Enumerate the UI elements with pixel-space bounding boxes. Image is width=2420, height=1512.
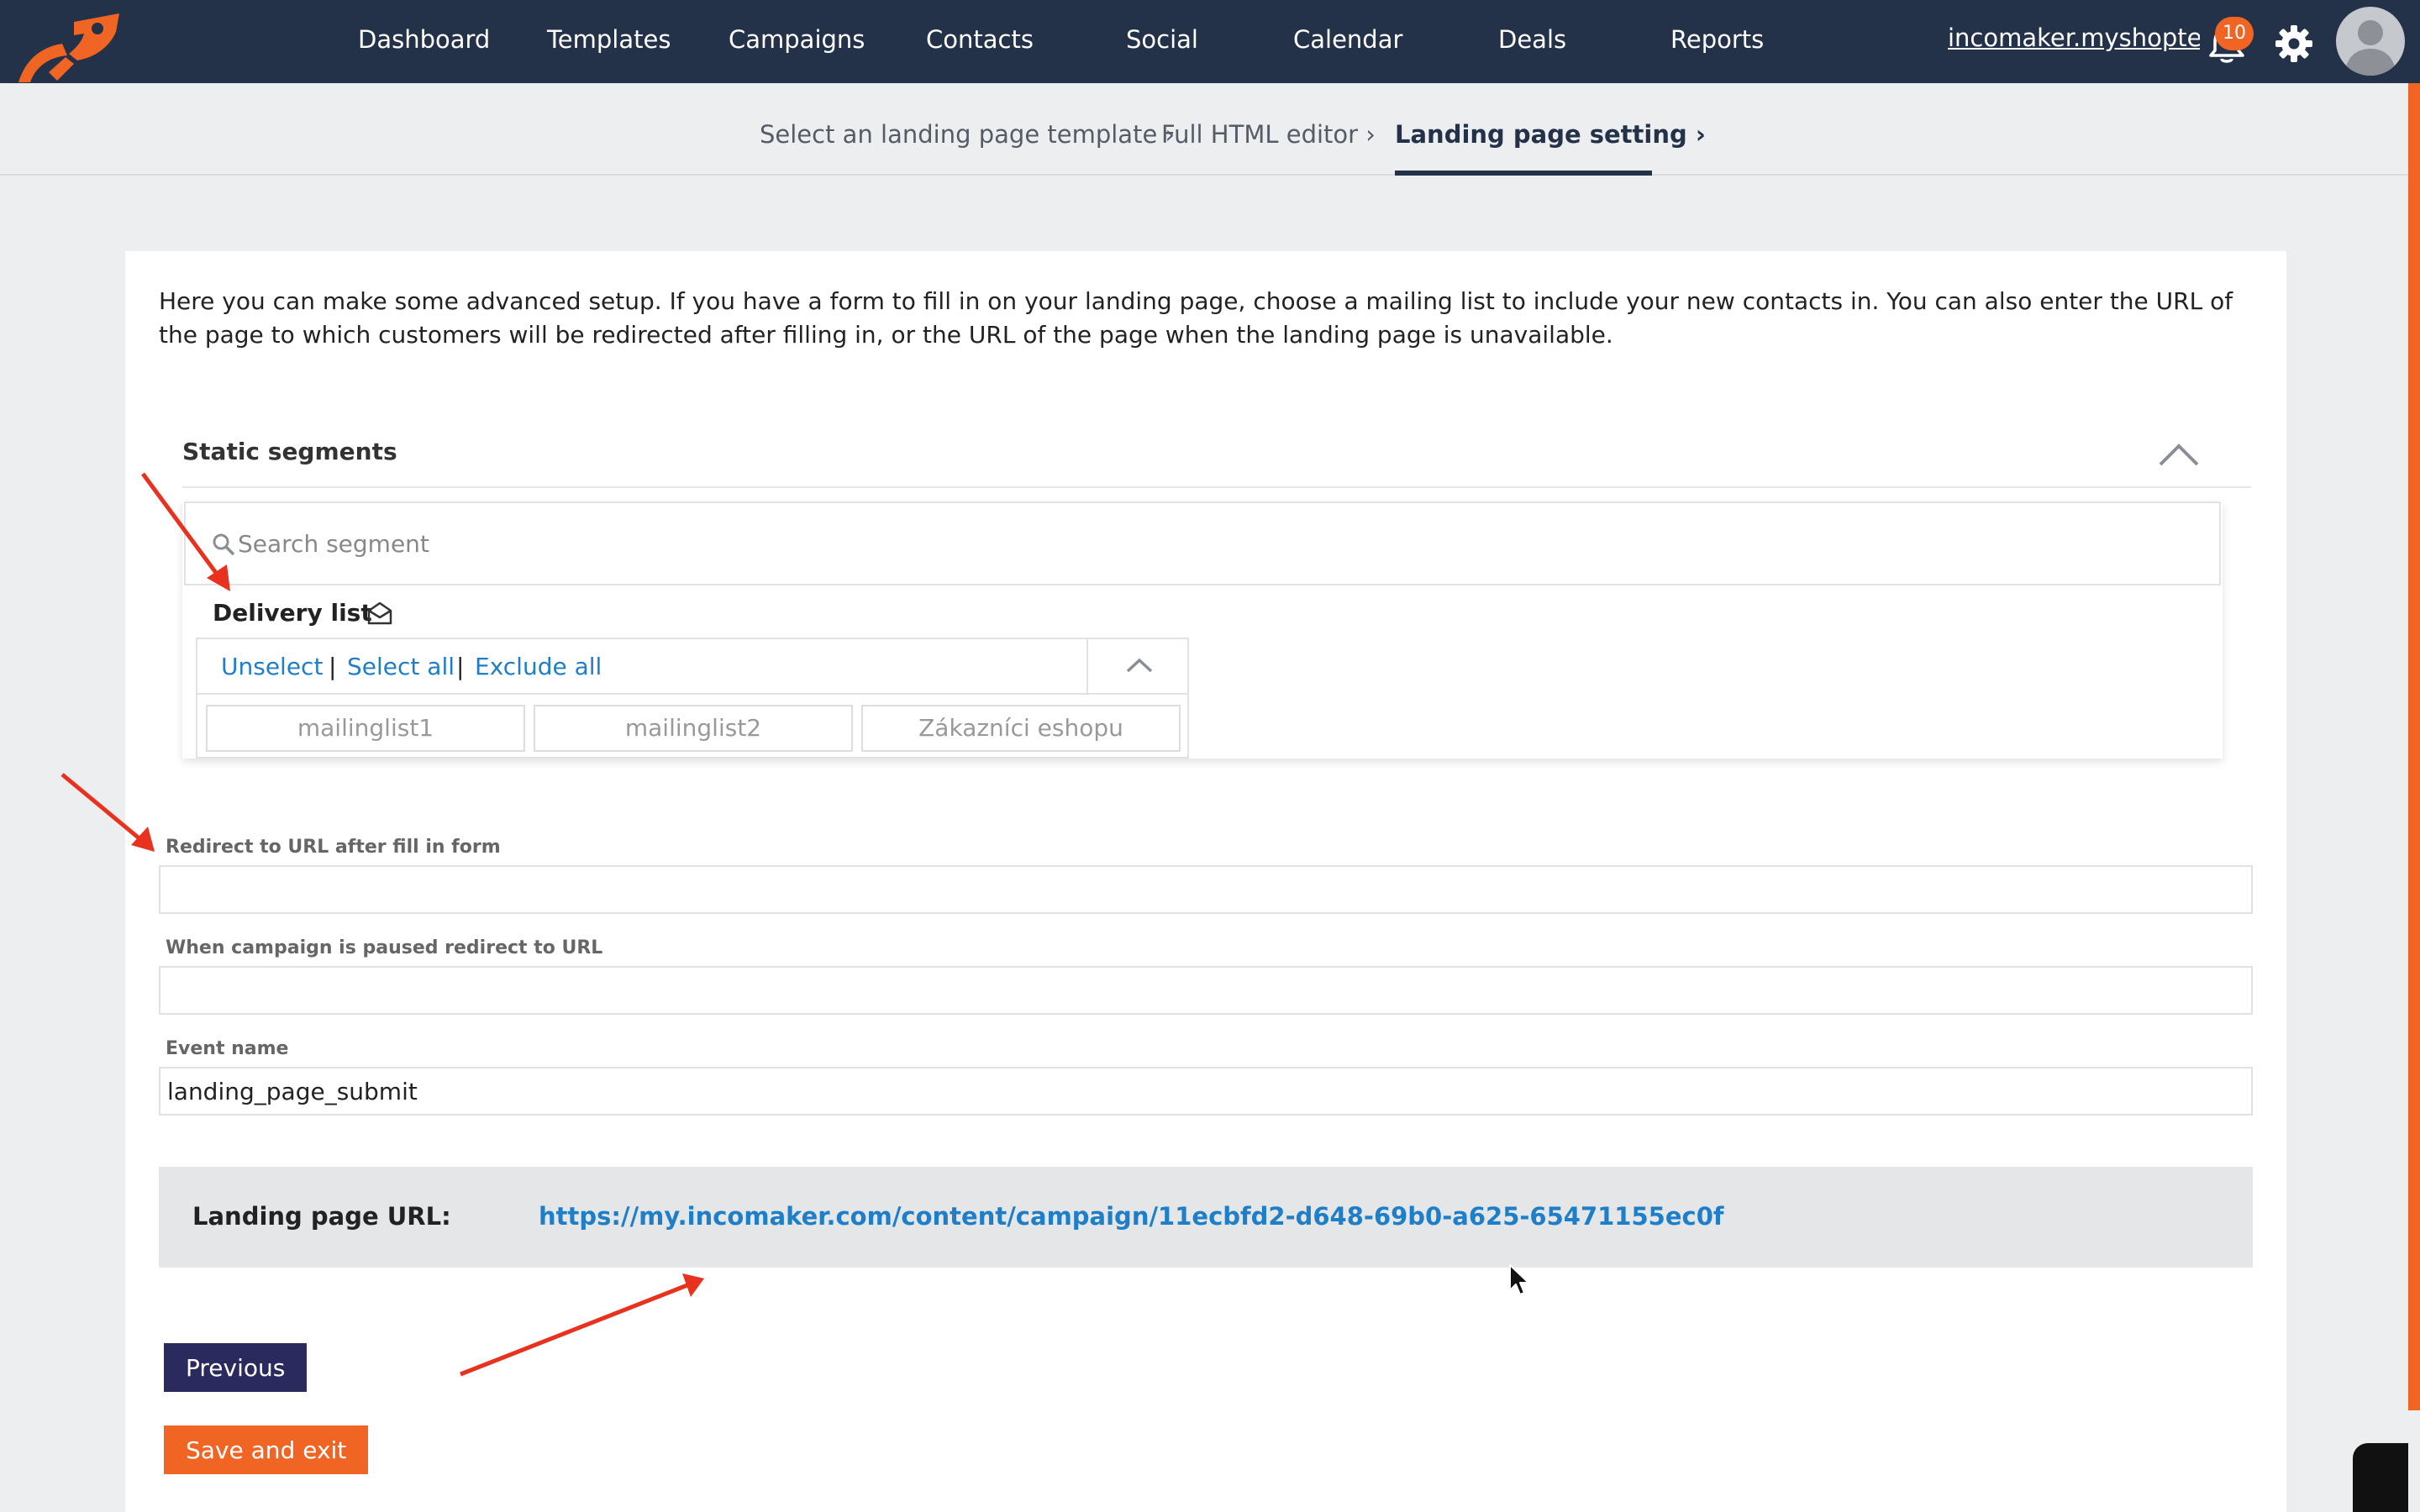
segment-search-box[interactable]: Search segment [184,501,2221,585]
active-step-indicator [1395,171,1652,176]
landing-page-url-link[interactable]: https://my.incomaker.com/content/campaig… [539,1202,1724,1231]
nav-campaigns[interactable]: Campaigns [729,25,865,54]
nav-contacts[interactable]: Contacts [926,25,1034,54]
chat-widget[interactable] [2353,1443,2408,1512]
nav-calendar[interactable]: Calendar [1293,25,1402,54]
delivery-list-label: Delivery list [213,599,372,627]
avatar-icon [2344,20,2396,76]
search-input[interactable]: Search segment [238,530,429,558]
delivery-list-box: Unselect | Select all | Exclude all mail… [196,638,1189,759]
mailing-list-chip[interactable]: mailinglist1 [206,705,525,752]
nav-dashboard[interactable]: Dashboard [358,25,490,54]
chevron-right-icon: › [1695,120,1706,149]
select-all-link[interactable]: Select all [347,653,455,680]
static-segments-header[interactable]: Static segments [182,438,2251,488]
search-icon [213,533,235,556]
mailing-list-chip[interactable]: Zákazníci eshopu [861,705,1181,752]
segments-panel: Search segment Delivery list Unselect | … [182,501,2223,759]
event-name-input[interactable] [159,1067,2253,1116]
mailing-list-chip[interactable]: mailinglist2 [534,705,853,752]
notification-badge: 10 [2215,17,2254,50]
cursor-icon [1509,1264,1529,1295]
save-and-exit-button[interactable]: Save and exit [164,1425,369,1474]
paused-redirect-url-input[interactable] [159,966,2253,1015]
account-link[interactable]: incomaker.myshopte... [1948,24,2200,52]
static-segments-title: Static segments [182,438,397,465]
gear-icon[interactable] [2274,24,2314,64]
delivery-list-actions: Unselect | Select all | Exclude all [197,639,1189,695]
previous-button[interactable]: Previous [164,1343,308,1392]
nav-deals[interactable]: Deals [1498,25,1566,54]
delivery-list-collapse-button[interactable] [1086,639,1189,695]
event-name-label: Event name [166,1038,289,1059]
wizard-steps: Select an landing page template › Full H… [0,83,2408,176]
intro-text: Here you can make some advanced setup. I… [159,287,2233,349]
nav-social[interactable]: Social [1126,25,1198,54]
top-navigation-bar: Dashboard Templates Campaigns Contacts S… [0,0,2420,83]
envelope-open-icon [367,601,392,625]
paused-redirect-url-label: When campaign is paused redirect to URL [166,937,603,958]
step-landing-page-setting[interactable]: Landing page setting › [1395,120,1706,149]
separator: | [456,653,465,680]
step-label: Select an landing page template [760,120,1158,149]
chevron-up-icon[interactable] [2157,438,2201,471]
settings-card: Here you can make some advanced setup. I… [125,251,2286,1512]
unselect-link[interactable]: Unselect [221,653,323,680]
side-scroll-accent [2408,83,2420,1410]
step-label: Landing page setting [1395,120,1687,149]
redirect-url-input[interactable] [159,865,2253,914]
nav-reports[interactable]: Reports [1670,25,1764,54]
landing-page-url-box: Landing page URL: https://my.incomaker.c… [159,1167,2253,1268]
chevron-right-icon: › [1365,120,1376,149]
redirect-url-label: Redirect to URL after fill in form [166,837,501,858]
step-html-editor[interactable]: Full HTML editor › [1161,120,1376,149]
exclude-all-link[interactable]: Exclude all [475,653,602,680]
chevron-up-icon [1126,658,1153,673]
avatar[interactable] [2336,7,2405,76]
step-label: Full HTML editor [1161,120,1359,149]
logo-icon[interactable] [15,10,124,82]
nav-templates[interactable]: Templates [547,25,671,54]
landing-page-url-label: Landing page URL: [192,1202,451,1231]
separator: | [329,653,337,680]
step-select-template[interactable]: Select an landing page template › [760,120,1175,149]
